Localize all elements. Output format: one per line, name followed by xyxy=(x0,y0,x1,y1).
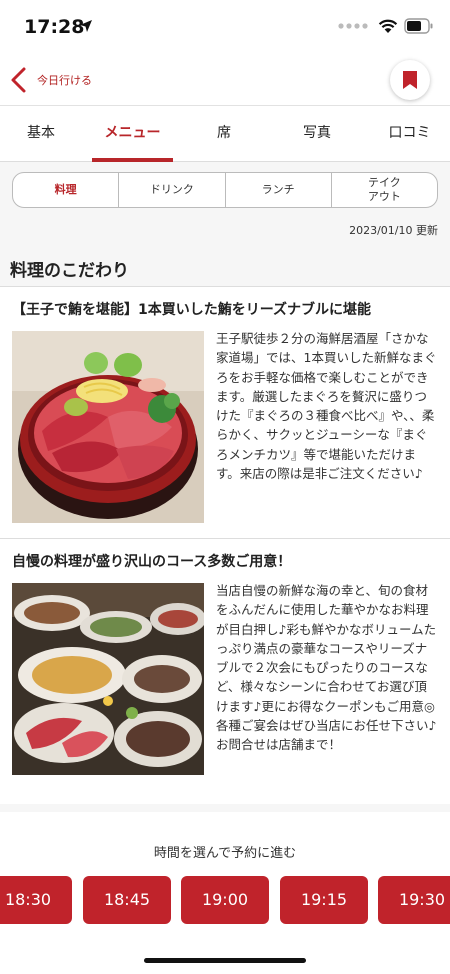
time-slot-button[interactable]: 18:45 xyxy=(83,876,171,924)
back-chevron-icon[interactable] xyxy=(8,66,32,94)
reservation-cta-label: 時間を選んで予約に進む xyxy=(153,846,297,861)
tab-reviews[interactable]: 口コミ xyxy=(369,106,450,162)
tab-photos[interactable]: 写真 xyxy=(275,106,359,162)
location-arrow-icon xyxy=(80,20,92,32)
course-dishes-photo xyxy=(12,583,204,775)
tuna-bowl-photo xyxy=(12,331,204,523)
segment-takeout[interactable]: テイク アウト xyxy=(332,173,437,207)
tab-basic[interactable]: 基本 xyxy=(0,106,82,162)
time-slot-button[interactable]: 19:00 xyxy=(181,876,269,924)
section-title: 料理のこだわり xyxy=(10,261,129,281)
wifi-icon xyxy=(378,19,398,33)
tab-bar: 基本 メニュー 席 写真 口コミ xyxy=(0,106,450,162)
time-slot-button[interactable]: 19:30 xyxy=(378,876,450,924)
segment-lunch[interactable]: ランチ xyxy=(226,173,332,207)
feature-card-title: 自慢の料理が盛り沢山のコース多数ご用意！ xyxy=(12,554,292,570)
feature-card-title: 【王子で鮪を堪能】1本買いした鮪をリーズナブルに堪能 xyxy=(12,302,372,318)
battery-icon xyxy=(404,18,433,34)
segment-drink[interactable]: ドリンク xyxy=(119,173,226,207)
signal-icon xyxy=(338,23,368,29)
tab-seats[interactable]: 席 xyxy=(183,106,265,162)
bookmark-button[interactable] xyxy=(390,60,430,100)
feature-card-text: 王子駅徒歩２分の海鮮居酒屋「さかな家道場」では、1本買いした新鮮なまぐろをお手軽… xyxy=(216,331,437,482)
status-bar: 17:28 xyxy=(0,0,450,54)
segment-food[interactable]: 料理 xyxy=(13,173,120,207)
back-button-label[interactable]: 今日行ける xyxy=(37,72,92,88)
time-slot-button[interactable]: 19:15 xyxy=(280,876,368,924)
tab-menu[interactable]: メニュー xyxy=(92,106,173,162)
updated-date: 2023/01/10 更新 xyxy=(349,224,438,237)
menu-content: 料理 ドリンク ランチ テイク アウト 2023/01/10 更新 料理のこだわ… xyxy=(0,162,450,812)
feature-card: 【王子で鮪を堪能】1本買いした鮪をリーズナブルに堪能 王子駅徒歩２分の海鮮居酒屋… xyxy=(0,286,450,538)
feature-card-text: 当店自慢の新鮮な海の幸と、旬の食材をふんだんに使用した華やかなお料理が目白押し♪… xyxy=(216,583,437,753)
restaurant-detail-page: 17:28 今日行ける 基本 メニュー 席 写真 口コミ 料理 ドリンク ランチ… xyxy=(0,0,450,974)
nav-bar: 今日行ける xyxy=(0,54,450,106)
home-indicator xyxy=(144,958,306,963)
bookmark-icon xyxy=(403,71,417,89)
reservation-bar: 時間を選んで予約に進む 18:30 18:45 19:00 19:15 19:3… xyxy=(0,812,450,974)
time-slot-button[interactable]: 18:30 xyxy=(0,876,72,924)
status-time: 17:28 xyxy=(24,16,85,38)
feature-card: 自慢の料理が盛り沢山のコース多数ご用意！ 当店自慢の新鮮な海の幸と、旬の食材をふ… xyxy=(0,538,450,804)
menu-category-selector: 料理 ドリンク ランチ テイク アウト xyxy=(12,172,438,208)
